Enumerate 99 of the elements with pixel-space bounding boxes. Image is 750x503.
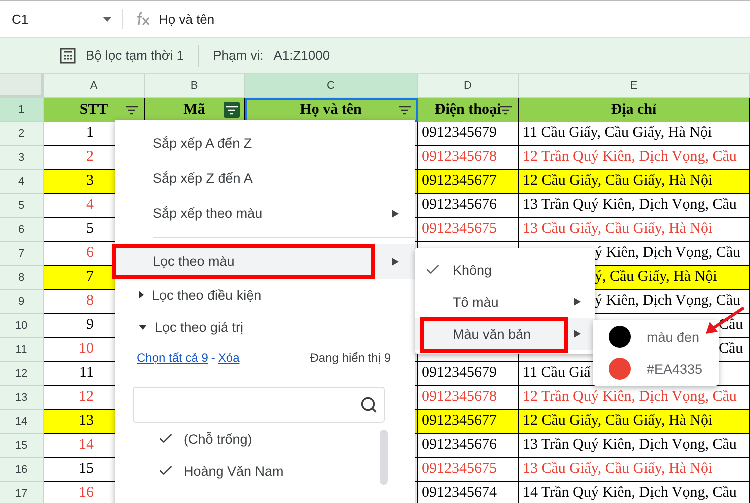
cell-text: 3 (86, 173, 94, 190)
cell-text: 13 Trần Quý Kiên, Dịch Vọng, Cầu (523, 437, 737, 454)
cell-text: 5 (86, 221, 94, 238)
row-number[interactable]: 11 (0, 338, 44, 362)
cell-text: 0912345677 (422, 413, 497, 430)
cell-text: 14 Trần Quý Kiên, Dịch Vọng, Cầu (523, 485, 737, 502)
row-number[interactable]: 4 (0, 170, 44, 194)
expand-caret-icon (139, 291, 144, 299)
select-all-link[interactable]: Chọn tất cả 9 (137, 351, 208, 365)
cell-text: 16 (79, 485, 94, 502)
function-icon (135, 12, 151, 26)
shown-count: Đang hiển thị 9 (310, 351, 391, 365)
cell-text: 13 Cầu Giấy, Cầu Giấy, Hà Nội (523, 221, 713, 238)
cell-text: 0912345678 (422, 149, 497, 166)
cell-text: 0912345677 (422, 173, 497, 190)
cell-text: 15 (79, 461, 94, 478)
cell-text: 0912345676 (422, 437, 497, 454)
cell-text: ý Kiên, Dịch Vọng, Cầu (595, 293, 741, 310)
filter-name[interactable]: Bộ lọc tạm thời 1 (86, 48, 184, 63)
menu-section[interactable]: Lọc theo giá trị (115, 311, 415, 343)
header-cell[interactable]: STT (44, 98, 145, 122)
cell-text: 6 (86, 245, 94, 262)
cell-text: 12 Cầu Giấy, Cầu Giấy, Hà Nội (523, 173, 713, 190)
cell-text: Cầu (719, 341, 744, 358)
cell-text: 11 Cầu Giấy, Cầu Giấy, Hà Nội (523, 125, 712, 142)
menu-item[interactable]: Tô màu (415, 286, 595, 318)
row-number[interactable]: 2 (0, 122, 44, 146)
menu-item[interactable]: Sắp xếp theo màu (115, 196, 415, 231)
header-cell[interactable]: Điện thoại (418, 98, 519, 122)
menu-item[interactable]: Sắp xếp A đến Z (115, 126, 415, 161)
cell-text: 13 Trần Quý Kiên, Dịch Vọng, Cầu (523, 197, 737, 214)
column-header[interactable]: B (145, 74, 245, 98)
calculator-icon (60, 48, 76, 64)
row-number[interactable]: 9 (0, 290, 44, 314)
cell-text: 0912345679 (422, 365, 497, 382)
formula-text[interactable]: Họ và tên (159, 12, 215, 26)
caret-icon (103, 16, 112, 22)
row-number[interactable]: 1 (0, 98, 44, 122)
header-cell[interactable]: Địa chỉ (519, 98, 750, 122)
cell-text: 2 (86, 149, 94, 166)
cell-text: 1 (86, 125, 94, 142)
menu-section[interactable]: Lọc theo điều kiện (115, 279, 415, 311)
row-number[interactable]: 12 (0, 362, 44, 386)
name-box[interactable]: C1 (0, 9, 123, 29)
cell-text: 4 (86, 197, 94, 214)
menu-item[interactable]: Không (415, 254, 595, 286)
cell-text: 8 (86, 293, 94, 310)
row-number[interactable]: 7 (0, 242, 44, 266)
cell-text: 0912345676 (422, 197, 497, 214)
value-label[interactable]: Hoàng Văn Nam (184, 464, 284, 478)
cell-text: 9 (86, 317, 94, 334)
range-label: Phạm vi: (213, 48, 264, 63)
row-number[interactable]: 3 (0, 146, 44, 170)
cell-text: 12 (79, 389, 94, 406)
cell-text: ý Kiên, Dịch Vọng, Cầu (595, 245, 741, 262)
menu-item[interactable]: Sắp xếp Z đến A (115, 161, 415, 196)
column-header[interactable]: C (245, 74, 418, 98)
link-separator: - (211, 351, 216, 365)
column-header[interactable]: E (519, 74, 750, 98)
cell-text: 10 (79, 341, 94, 358)
menu-item[interactable]: Lọc theo màu (115, 244, 415, 279)
filter-button[interactable] (224, 102, 240, 118)
menu-item[interactable]: Màu văn bản (415, 318, 595, 350)
cell-text: 11 (80, 365, 94, 382)
row-number[interactable]: 15 (0, 434, 44, 458)
cell-text: 11 Cầu Giấ (523, 365, 591, 382)
cell-text: 0912345675 (422, 461, 497, 478)
value-label[interactable]: (Chỗ trống) (184, 432, 252, 446)
range-value[interactable]: A1:Z1000 (274, 48, 330, 63)
row-number[interactable]: 5 (0, 194, 44, 218)
row-number[interactable]: 17 (0, 482, 44, 503)
cell-text: 12 Cầu Giấy, Cầu Giấy, Hà Nội (523, 413, 713, 430)
header-cell[interactable]: Mã (145, 98, 245, 122)
row-number[interactable]: 14 (0, 410, 44, 434)
row-number[interactable]: 6 (0, 218, 44, 242)
row-number[interactable]: 8 (0, 266, 44, 290)
search-field[interactable] (133, 387, 385, 423)
cell-text: 14 (79, 437, 94, 454)
search-icon (360, 396, 378, 414)
cell-text: 0912345674 (422, 485, 497, 502)
header-cell[interactable]: Họ và tên (245, 98, 418, 122)
scrollbar[interactable] (380, 430, 388, 485)
cell-text: ý, Cầu Giấy, Hà Nội (595, 269, 718, 286)
color-option[interactable]: #EA4335 (593, 353, 719, 385)
cell-text: 12 Trần Quý Kiên, Dịch Vọng, Cầu (523, 149, 737, 166)
cell-text: 7 (86, 269, 94, 286)
row-number[interactable]: 10 (0, 314, 44, 338)
row-number[interactable]: 16 (0, 458, 44, 482)
cell-text: 13 Cầu Giấy, Cầu Giấy, Hà Nội (523, 461, 713, 478)
row-number[interactable]: 13 (0, 386, 44, 410)
cell-text: 0912345678 (422, 389, 497, 406)
clear-link[interactable]: Xóa (218, 351, 240, 365)
cell-text: 0912345679 (422, 125, 497, 142)
collapse-caret-icon (139, 324, 147, 330)
column-header[interactable]: A (44, 74, 145, 98)
cell-text: 12 Trần Quý Kiên, Dịch Vọng, Cầu (523, 389, 737, 406)
cell-text: 0912345675 (422, 221, 497, 238)
cell-text: 13 (79, 413, 94, 430)
column-header[interactable]: D (418, 74, 519, 98)
